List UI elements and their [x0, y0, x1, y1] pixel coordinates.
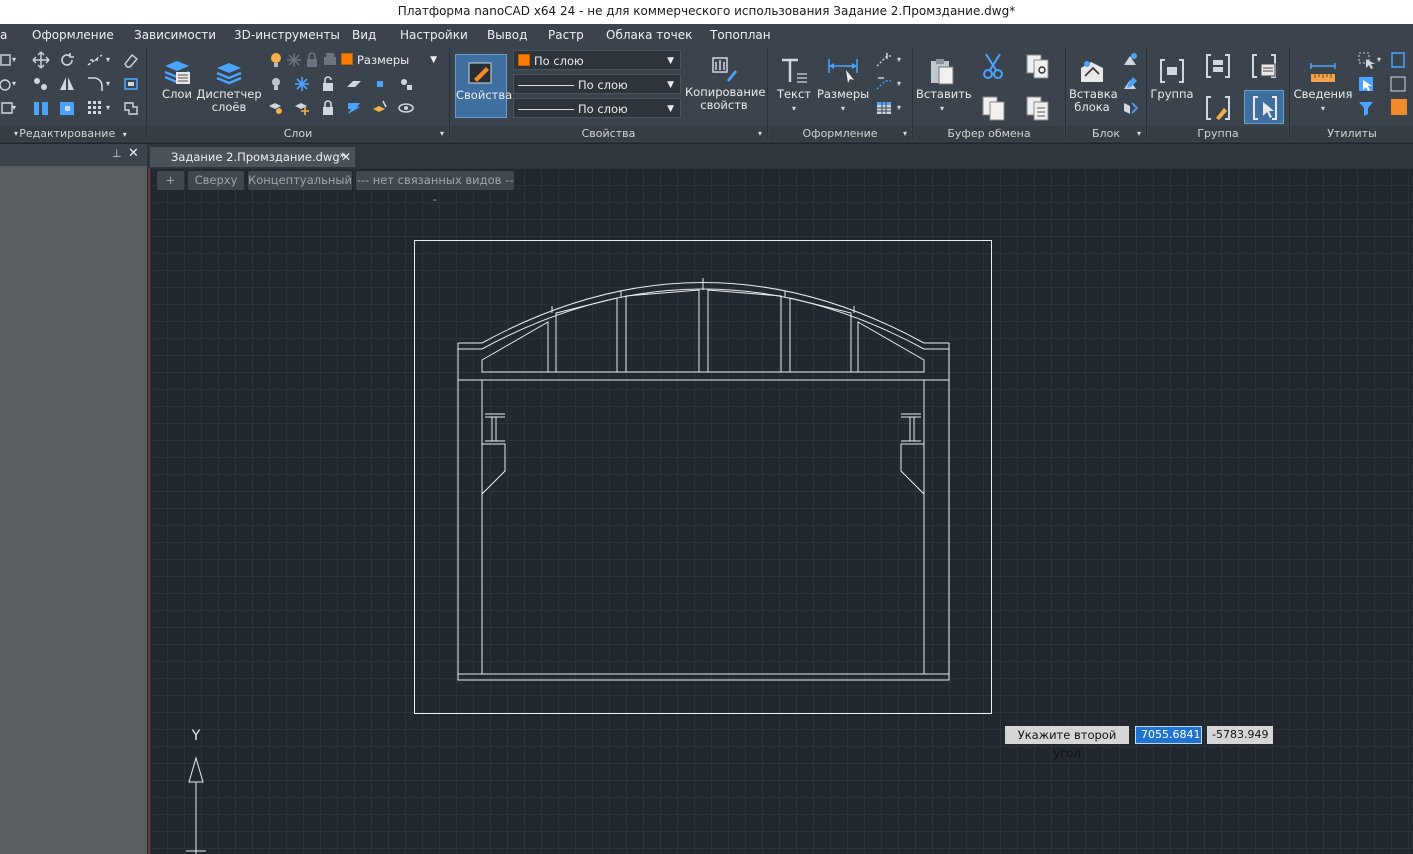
crane-rail-left [485, 413, 505, 445]
crane-rail-right [901, 413, 921, 445]
roof-beam [458, 342, 949, 381]
ucs-icon [186, 756, 206, 854]
coordinate-y-input[interactable]: -5783.949 [1207, 726, 1273, 744]
truss-panel-1 [481, 321, 549, 373]
truss-panel-5 [789, 297, 852, 373]
command-prompt-label: Укажите второй угол [1005, 726, 1129, 760]
coordinate-x-input[interactable]: 7055.6841 [1135, 726, 1202, 744]
truss-panel-2 [555, 297, 618, 373]
wall-inner [458, 380, 949, 675]
column-console-left [481, 443, 506, 495]
ucs-y-label: Y [191, 728, 201, 744]
selection-window [414, 240, 992, 714]
truss-panel-6 [857, 321, 925, 373]
truss-panel-4 [707, 289, 782, 373]
truss-panel-3 [625, 289, 700, 373]
wall-outline [457, 343, 950, 681]
column-console-right [900, 443, 925, 495]
